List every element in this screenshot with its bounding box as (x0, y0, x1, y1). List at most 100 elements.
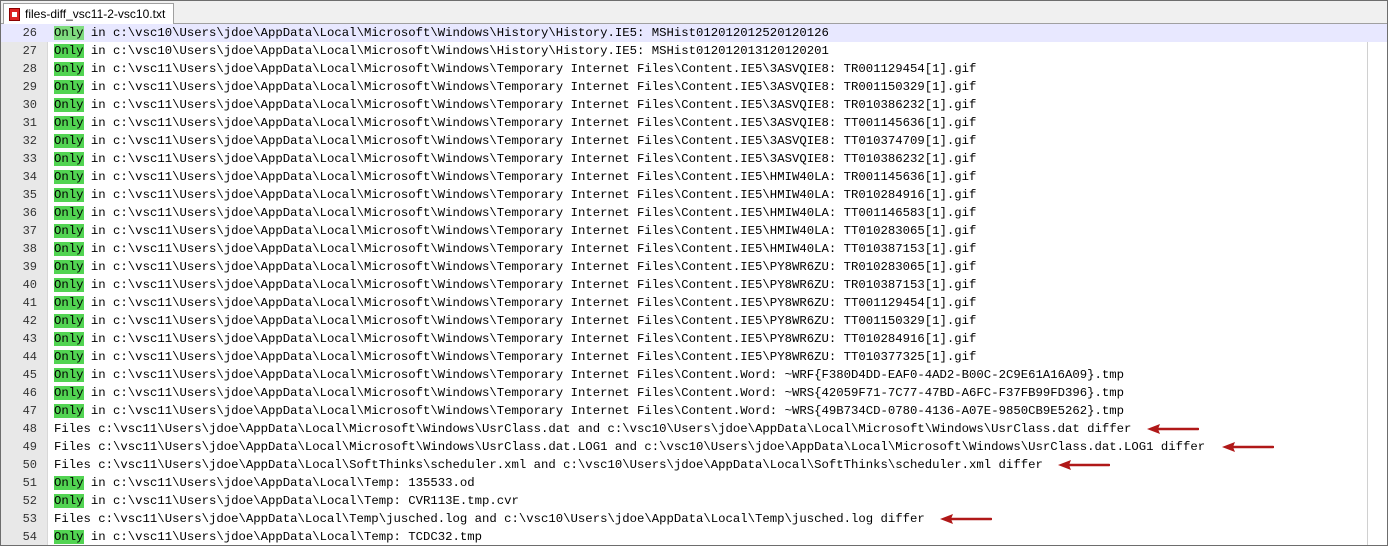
line-number: 26 (22, 26, 37, 40)
search-highlight: Only (54, 44, 84, 58)
line-number: 44 (22, 350, 37, 364)
line-number: 39 (22, 260, 37, 274)
text-editor[interactable]: 26 Only in c:\vsc10\Users\jdoe\AppData\Lo… (1, 24, 1387, 545)
search-highlight: Only (54, 62, 84, 76)
line-number: 28 (22, 62, 37, 76)
text-line[interactable]: 28 Only in c:\vsc11\Users\jdoe\AppData\Lo… (1, 60, 1387, 78)
text-line[interactable]: 37 Only in c:\vsc11\Users\jdoe\AppData\Lo… (1, 222, 1387, 240)
line-text: Only in c:\vsc11\Users\jdoe\AppData\Loca… (54, 258, 976, 276)
line-number: 32 (22, 134, 37, 148)
line-text: Only in c:\vsc11\Users\jdoe\AppData\Loca… (54, 240, 976, 258)
line-text: Only in c:\vsc11\Users\jdoe\AppData\Loca… (54, 474, 475, 492)
line-number: 27 (22, 44, 37, 58)
line-text: Only in c:\vsc11\Users\jdoe\AppData\Loca… (54, 78, 976, 96)
line-content: in c:\vsc11\Users\jdoe\AppData\Local\Tem… (83, 530, 483, 544)
text-line[interactable]: 39 Only in c:\vsc11\Users\jdoe\AppData\Lo… (1, 258, 1387, 276)
line-text: Files c:\vsc11\Users\jdoe\AppData\Local\… (54, 420, 1131, 438)
text-line[interactable]: 45 Only in c:\vsc11\Users\jdoe\AppData\Lo… (1, 366, 1387, 384)
search-highlight: Only (54, 314, 84, 328)
line-content: Files c:\vsc11\Users\jdoe\AppData\Local\… (54, 422, 1132, 436)
search-highlight: Only (54, 26, 84, 40)
editor-window: files-diff_vsc11-2-vsc10.txt 26 Only in c… (0, 0, 1388, 546)
line-number: 51 (22, 476, 37, 490)
line-content: in c:\vsc11\Users\jdoe\AppData\Local\Mic… (83, 206, 977, 220)
line-text: Only in c:\vsc11\Users\jdoe\AppData\Loca… (54, 348, 976, 366)
line-number: 45 (22, 368, 37, 382)
text-line[interactable]: 43 Only in c:\vsc11\Users\jdoe\AppData\Lo… (1, 330, 1387, 348)
text-line[interactable]: 40 Only in c:\vsc11\Users\jdoe\AppData\Lo… (1, 276, 1387, 294)
search-highlight: Only (54, 152, 84, 166)
red-arrow-annotation (1147, 424, 1200, 434)
line-content: in c:\vsc11\Users\jdoe\AppData\Local\Mic… (83, 314, 977, 328)
text-line[interactable]: 31 Only in c:\vsc11\Users\jdoe\AppData\Lo… (1, 114, 1387, 132)
line-text: Only in c:\vsc11\Users\jdoe\AppData\Loca… (54, 96, 976, 114)
text-line[interactable]: 41 Only in c:\vsc11\Users\jdoe\AppData\Lo… (1, 294, 1387, 312)
text-line[interactable]: 26 Only in c:\vsc10\Users\jdoe\AppData\Lo… (1, 24, 1387, 42)
search-highlight: Only (54, 242, 84, 256)
text-line[interactable]: 47 Only in c:\vsc11\Users\jdoe\AppData\Lo… (1, 402, 1387, 420)
search-highlight: Only (54, 494, 84, 508)
search-highlight: Only (54, 170, 84, 184)
line-content: in c:\vsc11\Users\jdoe\AppData\Local\Mic… (83, 152, 977, 166)
line-text: Only in c:\vsc11\Users\jdoe\AppData\Loca… (54, 330, 976, 348)
red-arrow-annotation (1058, 460, 1111, 470)
line-number: 54 (22, 530, 37, 544)
line-text: Only in c:\vsc11\Users\jdoe\AppData\Loca… (54, 60, 976, 78)
search-highlight: Only (54, 98, 84, 112)
text-line[interactable]: 53 Files c:\vsc11\Users\jdoe\AppData\Loca… (1, 510, 1387, 528)
line-text: Only in c:\vsc11\Users\jdoe\AppData\Loca… (54, 528, 483, 545)
line-content: in c:\vsc11\Users\jdoe\AppData\Local\Tem… (83, 494, 519, 508)
search-highlight: Only (54, 296, 84, 310)
line-text: Only in c:\vsc11\Users\jdoe\AppData\Loca… (54, 276, 976, 294)
line-number: 50 (22, 458, 37, 472)
text-line[interactable]: 50 Files c:\vsc11\Users\jdoe\AppData\Loca… (1, 456, 1387, 474)
text-line[interactable]: 33 Only in c:\vsc11\Users\jdoe\AppData\Lo… (1, 150, 1387, 168)
text-line[interactable]: 32 Only in c:\vsc11\Users\jdoe\AppData\Lo… (1, 132, 1387, 150)
line-number: 41 (22, 296, 37, 310)
text-line[interactable]: 36 Only in c:\vsc11\Users\jdoe\AppData\Lo… (1, 204, 1387, 222)
text-line[interactable]: 29 Only in c:\vsc11\Users\jdoe\AppData\Lo… (1, 78, 1387, 96)
line-number: 34 (22, 170, 37, 184)
text-line[interactable]: 52 Only in c:\vsc11\Users\jdoe\AppData\Lo… (1, 492, 1387, 510)
text-line[interactable]: 30 Only in c:\vsc11\Users\jdoe\AppData\Lo… (1, 96, 1387, 114)
text-line[interactable]: 27 Only in c:\vsc10\Users\jdoe\AppData\Lo… (1, 42, 1387, 60)
line-content: in c:\vsc11\Users\jdoe\AppData\Local\Mic… (83, 368, 1125, 382)
line-number: 43 (22, 332, 37, 346)
text-line[interactable]: 46 Only in c:\vsc11\Users\jdoe\AppData\Lo… (1, 384, 1387, 402)
search-highlight: Only (54, 116, 84, 130)
red-arrow-annotation (1221, 442, 1274, 452)
line-text: Only in c:\vsc11\Users\jdoe\AppData\Loca… (54, 294, 976, 312)
search-highlight: Only (54, 224, 84, 238)
text-line[interactable]: 51 Only in c:\vsc11\Users\jdoe\AppData\Lo… (1, 474, 1387, 492)
search-highlight: Only (54, 350, 84, 364)
line-number: 36 (22, 206, 37, 220)
code-area[interactable]: 26 Only in c:\vsc10\Users\jdoe\AppData\Lo… (1, 24, 1387, 545)
line-text: Only in c:\vsc11\Users\jdoe\AppData\Loca… (54, 312, 976, 330)
text-line[interactable]: 48 Files c:\vsc11\Users\jdoe\AppData\Loca… (1, 420, 1387, 438)
line-text: Only in c:\vsc10\Users\jdoe\AppData\Loca… (54, 24, 829, 42)
line-number: 52 (22, 494, 37, 508)
text-line[interactable]: 38 Only in c:\vsc11\Users\jdoe\AppData\Lo… (1, 240, 1387, 258)
search-highlight: Only (54, 368, 84, 382)
line-text: Files c:\vsc11\Users\jdoe\AppData\Local\… (54, 456, 1043, 474)
text-line[interactable]: 35 Only in c:\vsc11\Users\jdoe\AppData\Lo… (1, 186, 1387, 204)
line-content: Files c:\vsc11\Users\jdoe\AppData\Local\… (54, 458, 1043, 472)
search-highlight: Only (54, 386, 84, 400)
file-tab[interactable]: files-diff_vsc11-2-vsc10.txt (3, 3, 175, 24)
text-line[interactable]: 44 Only in c:\vsc11\Users\jdoe\AppData\Lo… (1, 348, 1387, 366)
search-highlight: Only (54, 476, 84, 490)
text-line[interactable]: 49 Files c:\vsc11\Users\jdoe\AppData\Loca… (1, 438, 1387, 456)
line-number: 33 (22, 152, 37, 166)
line-text: Only in c:\vsc11\Users\jdoe\AppData\Loca… (54, 132, 976, 150)
line-text: Files c:\vsc11\Users\jdoe\AppData\Local\… (54, 438, 1205, 456)
line-content: in c:\vsc11\Users\jdoe\AppData\Local\Mic… (83, 278, 977, 292)
line-number: 53 (22, 512, 37, 526)
line-content: in c:\vsc11\Users\jdoe\AppData\Local\Mic… (83, 332, 977, 346)
line-content: in c:\vsc11\Users\jdoe\AppData\Local\Mic… (83, 296, 977, 310)
text-line[interactable]: 42 Only in c:\vsc11\Users\jdoe\AppData\Lo… (1, 312, 1387, 330)
search-highlight: Only (54, 260, 84, 274)
line-text: Only in c:\vsc11\Users\jdoe\AppData\Loca… (54, 492, 519, 510)
line-text: Only in c:\vsc11\Users\jdoe\AppData\Loca… (54, 384, 1124, 402)
text-line[interactable]: 34 Only in c:\vsc11\Users\jdoe\AppData\Lo… (1, 168, 1387, 186)
text-line[interactable]: 54 Only in c:\vsc11\Users\jdoe\AppData\Lo… (1, 528, 1387, 545)
